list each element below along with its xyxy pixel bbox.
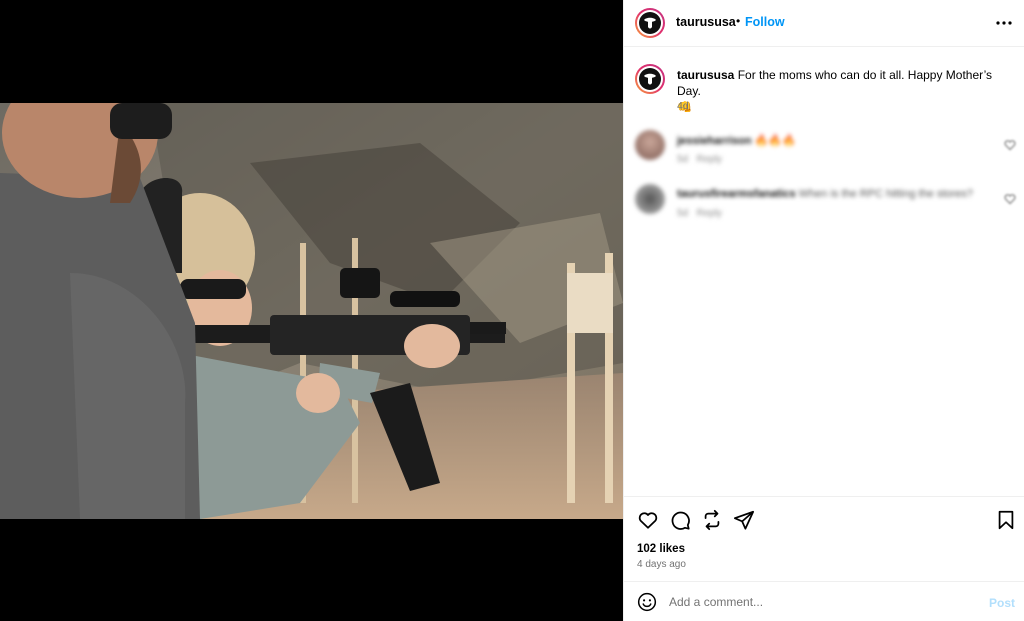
emoji-icon[interactable] bbox=[637, 592, 657, 612]
comment-icon[interactable] bbox=[669, 509, 691, 531]
reply-button[interactable]: Reply bbox=[696, 208, 722, 219]
share-icon[interactable] bbox=[733, 509, 755, 531]
commenter-username[interactable]: taurusfirearmsfanatics bbox=[677, 188, 796, 200]
commenter-avatar[interactable] bbox=[635, 130, 665, 160]
bull-logo-icon bbox=[644, 73, 656, 85]
reply-button[interactable]: Reply bbox=[696, 154, 722, 165]
caption-timestamp[interactable]: 4d bbox=[677, 100, 689, 112]
follow-button[interactable]: Follow bbox=[745, 15, 785, 29]
post-modal: taurususa • Follow taurususa For the mom… bbox=[0, 0, 1024, 621]
comment-like-icon[interactable] bbox=[1004, 193, 1016, 205]
post-actions: 102 likes 4 days ago bbox=[624, 496, 1024, 581]
comment-time: 5d bbox=[677, 208, 689, 219]
commenter-avatar[interactable] bbox=[635, 184, 665, 214]
likes-count[interactable]: 102 likes bbox=[637, 543, 685, 555]
comment-like-icon[interactable] bbox=[1004, 139, 1016, 151]
author-username[interactable]: taurususa bbox=[676, 15, 736, 29]
comment-input[interactable] bbox=[669, 591, 969, 613]
comment-text: taurusfirearmsfanatics When is the RPC h… bbox=[677, 188, 973, 200]
comment-text: jessieharrison 🔥🔥🔥 bbox=[677, 134, 796, 147]
post-comment-button[interactable]: Post bbox=[989, 596, 1015, 610]
caption-username[interactable]: taurususa bbox=[677, 68, 734, 82]
comment-meta: 5d Reply bbox=[677, 154, 722, 165]
add-comment-bar: Post bbox=[624, 581, 1024, 621]
more-horizontal-icon[interactable] bbox=[994, 13, 1014, 33]
caption-text: taurususa For the moms who can do it all… bbox=[677, 67, 1017, 115]
post-timestamp[interactable]: 4 days ago bbox=[637, 559, 686, 570]
comment-meta: 5d Reply bbox=[677, 208, 722, 219]
comment-body: When is the RPC hitting the stores? bbox=[798, 188, 973, 200]
commenter-username[interactable]: jessieharrison bbox=[677, 135, 752, 147]
comment-time: 5d bbox=[677, 154, 689, 165]
separator-dot: • bbox=[736, 14, 741, 28]
bull-logo-icon bbox=[644, 17, 656, 29]
repost-icon[interactable] bbox=[701, 509, 723, 531]
bookmark-icon[interactable] bbox=[995, 509, 1017, 531]
comment-body: 🔥🔥🔥 bbox=[754, 135, 796, 147]
post-photo[interactable] bbox=[0, 103, 623, 519]
heart-icon[interactable] bbox=[637, 509, 659, 531]
post-panel: taurususa • Follow taurususa For the mom… bbox=[623, 0, 1024, 621]
author-avatar[interactable] bbox=[635, 8, 665, 38]
post-media bbox=[0, 0, 623, 621]
post-header: taurususa • Follow bbox=[624, 0, 1024, 47]
caption-avatar[interactable] bbox=[635, 64, 665, 94]
